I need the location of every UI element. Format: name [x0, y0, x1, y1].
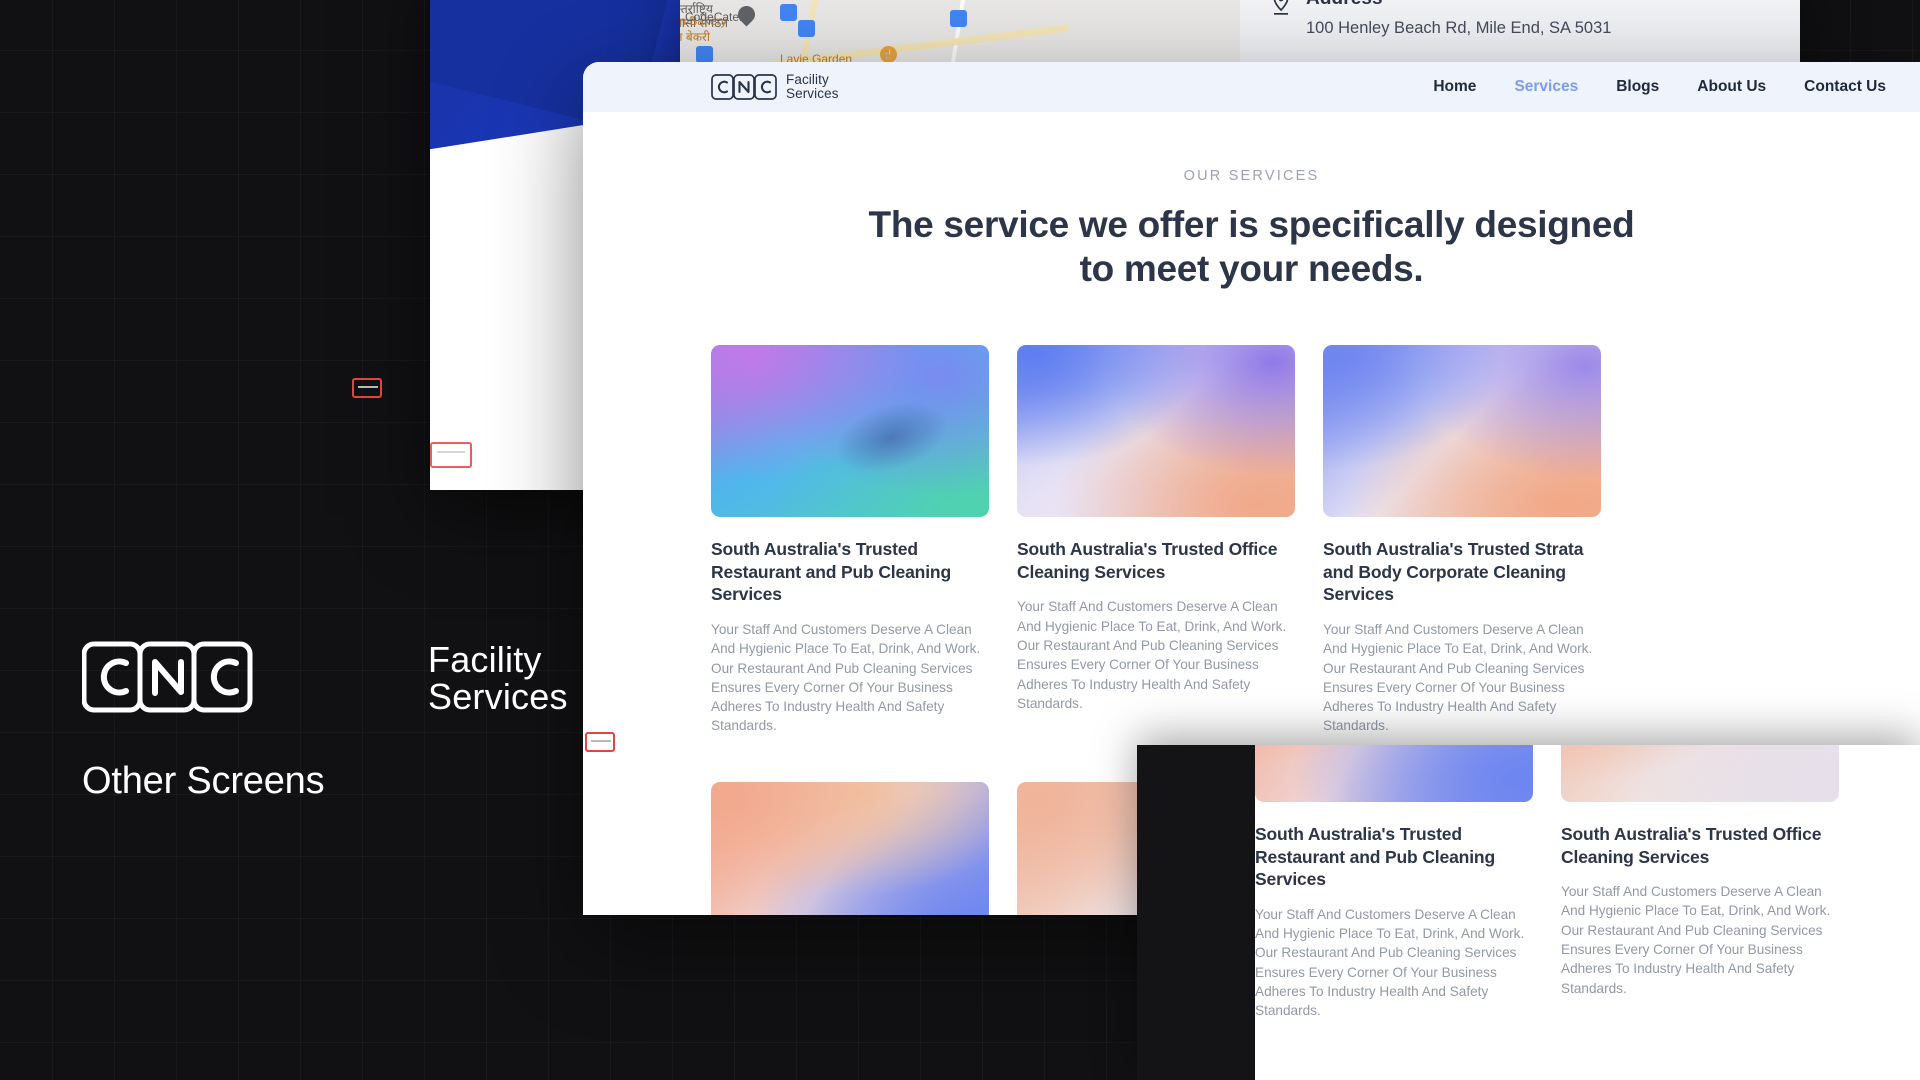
- cnc-logo-mark-icon: [711, 74, 777, 100]
- nav-link-blogs[interactable]: Blogs: [1616, 78, 1659, 96]
- nav-link-about-us[interactable]: About Us: [1697, 78, 1766, 96]
- service-card[interactable]: South Australia's Trusted Office Cleanin…: [1561, 745, 1839, 1020]
- site-navbar: Facility Services Home Services Blogs Ab…: [583, 62, 1920, 112]
- logo-wordmark: Facility Services: [786, 71, 839, 101]
- brand-word-line1: Facility: [428, 638, 542, 680]
- site-nav-links: Home Services Blogs About Us Contact Us: [1433, 78, 1886, 96]
- nav-link-services[interactable]: Services: [1514, 78, 1578, 96]
- service-card-body: Your Staff And Customers Deserve A Clean…: [1561, 884, 1831, 996]
- annotation-marker: [430, 442, 472, 468]
- service-card-title: South Australia's Trusted Strata and Bod…: [1323, 539, 1584, 605]
- annotation-marker: [585, 732, 615, 752]
- map-pin-icon: [780, 4, 797, 26]
- service-card-body: Your Staff And Customers Deserve A Clean…: [1323, 622, 1593, 734]
- map-poi-label: युरोपियन बेकरी: [680, 30, 710, 44]
- service-card-body: Your Staff And Customers Deserve A Clean…: [711, 622, 981, 734]
- address-title: Address: [1306, 0, 1611, 10]
- service-card-title: South Australia's Trusted Office Cleanin…: [1561, 824, 1822, 867]
- map-pin-icon: [798, 20, 815, 42]
- service-card[interactable]: South Australia's Trusted Strata and Bod…: [1323, 345, 1601, 735]
- service-card-thumbnail: [1561, 745, 1839, 802]
- map-poi-label: CodeCater: [685, 10, 744, 24]
- secondary-services-grid: South Australia's Trusted Restaurant and…: [1255, 745, 1920, 1020]
- service-card-title: South Australia's Trusted Restaurant and…: [1255, 824, 1496, 890]
- service-card-thumbnail: [1323, 345, 1601, 518]
- cnc-logo-mark-icon: [82, 641, 253, 713]
- service-card-body: Your Staff And Customers Deserve A Clean…: [1017, 599, 1287, 711]
- nav-link-home[interactable]: Home: [1433, 78, 1476, 96]
- logo-word-line2: Services: [786, 86, 839, 101]
- hero-eyebrow: OUR SERVICES: [1183, 168, 1320, 184]
- service-card[interactable]: [711, 781, 989, 915]
- annotation-marker: [352, 378, 382, 398]
- service-card-title: South Australia's Trusted Restaurant and…: [711, 539, 952, 605]
- brand-wordmark: Facility Services: [428, 638, 568, 717]
- service-card[interactable]: South Australia's Trusted Restaurant and…: [1255, 745, 1533, 1020]
- service-card-thumbnail: [1017, 345, 1295, 518]
- service-card-thumbnail: [1255, 745, 1533, 802]
- page-title: The service we offer is specifically des…: [868, 204, 1635, 289]
- slide-canvas: IOM International Organization for अन्तर…: [0, 0, 1920, 1080]
- service-card-thumbnail: [711, 345, 989, 518]
- map-pin-icon: [734, 2, 759, 28]
- secondary-website-screenshot: South Australia's Trusted Restaurant and…: [1137, 745, 1920, 1080]
- service-card-thumbnail: [711, 781, 989, 915]
- services-hero: OUR SERVICES The service we offer is spe…: [583, 112, 1920, 290]
- service-card-title: South Australia's Trusted Office Cleanin…: [1017, 539, 1278, 582]
- nav-link-contact-us[interactable]: Contact Us: [1804, 78, 1886, 96]
- screenshot-mask: [1137, 745, 1255, 1080]
- section-label: Other Screens: [82, 760, 325, 802]
- slide-brand-logo: Facility Services: [82, 640, 568, 716]
- brand-word-line2: Services: [428, 676, 568, 717]
- service-card[interactable]: South Australia's Trusted Restaurant and…: [711, 345, 989, 735]
- service-card-body: Your Staff And Customers Deserve A Clean…: [1255, 906, 1525, 1019]
- address-line: 100 Henley Beach Rd, Mile End, SA 5031: [1306, 19, 1612, 37]
- map-pin-icon: [1270, 0, 1292, 16]
- site-logo[interactable]: Facility Services: [711, 71, 839, 101]
- logo-word-line1: Facility: [786, 71, 829, 87]
- service-card[interactable]: South Australia's Trusted Office Cleanin…: [1017, 345, 1295, 735]
- map-pin-icon: [950, 10, 967, 32]
